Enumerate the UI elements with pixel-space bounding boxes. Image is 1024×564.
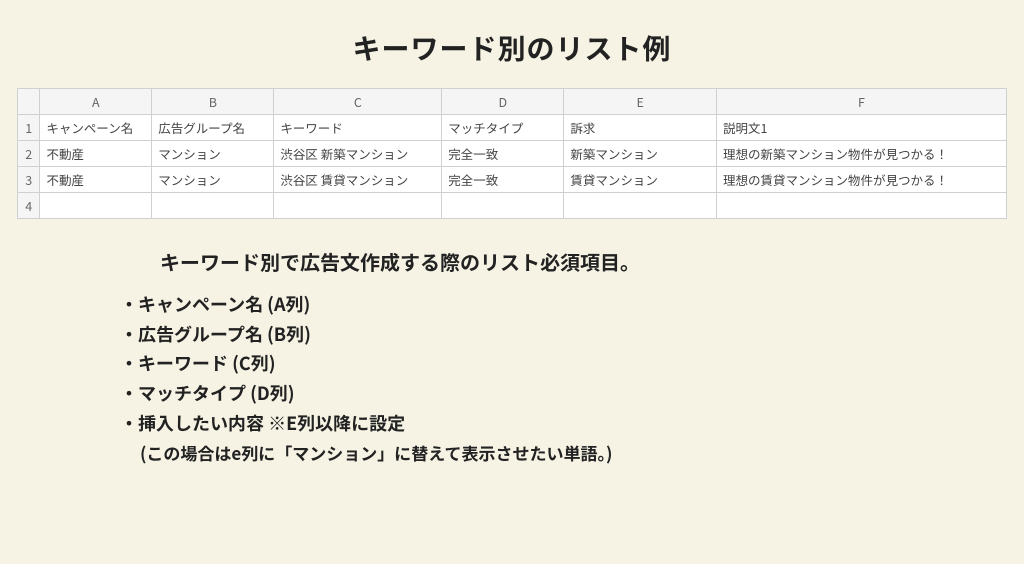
cell: キャンペーン名 — [40, 115, 152, 141]
col-label-D: D — [442, 89, 564, 115]
table-row: 4 — [18, 193, 1007, 219]
cell: 賃貸マンション — [564, 167, 717, 193]
cell: 理想の新築マンション物件が見つかる！ — [716, 141, 1006, 167]
cell — [442, 193, 564, 219]
cell: 理想の賃貸マンション物件が見つかる！ — [716, 167, 1006, 193]
table-row: 2 不動産 マンション 渋谷区 新築マンション 完全一致 新築マンション 理想の… — [18, 141, 1007, 167]
column-header-row: A B C D E F — [18, 89, 1007, 115]
cell: 完全一致 — [442, 167, 564, 193]
list-item: キャンペーン名 (A列) — [120, 290, 1024, 320]
cell: 完全一致 — [442, 141, 564, 167]
cell: マンション — [152, 141, 274, 167]
cell — [152, 193, 274, 219]
cell: 説明文1 — [716, 115, 1006, 141]
col-label-C: C — [274, 89, 442, 115]
row-label: 2 — [18, 141, 40, 167]
spreadsheet-table: A B C D E F 1 キャンペーン名 広告グループ名 キーワード マッチタ… — [17, 88, 1007, 219]
list-item: キーワード (C列) — [120, 349, 1024, 379]
row-label: 3 — [18, 167, 40, 193]
cell: マッチタイプ — [442, 115, 564, 141]
list-item: 挿入したい内容 ※E列以降に設定 — [120, 409, 1024, 439]
cell — [564, 193, 717, 219]
row-label: 4 — [18, 193, 40, 219]
note-text: (この場合はe列に「マンション」に替えて表示させたい単語。) — [140, 440, 1024, 465]
cell: キーワード — [274, 115, 442, 141]
bullet-list: キャンペーン名 (A列) 広告グループ名 (B列) キーワード (C列) マッチ… — [120, 290, 1024, 438]
col-label-E: E — [564, 89, 717, 115]
cell: 広告グループ名 — [152, 115, 274, 141]
cell — [274, 193, 442, 219]
cell: 訴求 — [564, 115, 717, 141]
col-label-F: F — [716, 89, 1006, 115]
table-row: 1 キャンペーン名 広告グループ名 キーワード マッチタイプ 訴求 説明文1 — [18, 115, 1007, 141]
list-item: 広告グループ名 (B列) — [120, 320, 1024, 350]
page-title: キーワード別のリスト例 — [0, 28, 1024, 68]
col-label-B: B — [152, 89, 274, 115]
cell: 渋谷区 新築マンション — [274, 141, 442, 167]
cell — [40, 193, 152, 219]
subtitle: キーワード別で広告文作成する際のリスト必須項目。 — [160, 247, 1024, 276]
cell: 渋谷区 賃貸マンション — [274, 167, 442, 193]
col-label-A: A — [40, 89, 152, 115]
cell: マンション — [152, 167, 274, 193]
cell — [716, 193, 1006, 219]
cell: 不動産 — [40, 167, 152, 193]
list-item: マッチタイプ (D列) — [120, 379, 1024, 409]
table-row: 3 不動産 マンション 渋谷区 賃貸マンション 完全一致 賃貸マンション 理想の… — [18, 167, 1007, 193]
row-label: 1 — [18, 115, 40, 141]
cell: 新築マンション — [564, 141, 717, 167]
corner-cell — [18, 89, 40, 115]
cell: 不動産 — [40, 141, 152, 167]
